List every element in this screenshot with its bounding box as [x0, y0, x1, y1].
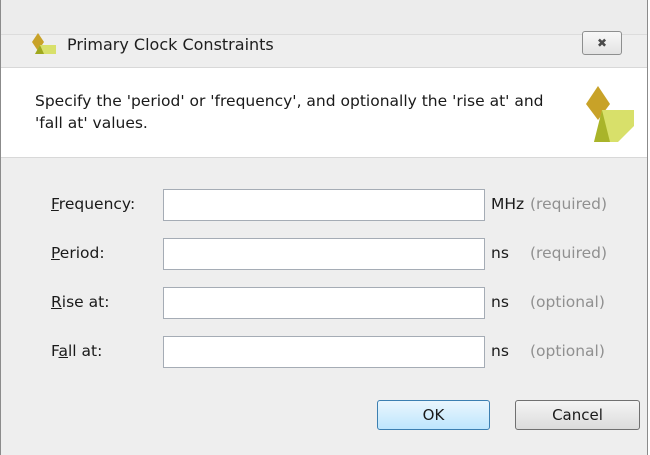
frequency-unit: MHz [491, 195, 525, 213]
cancel-button[interactable]: Cancel [515, 400, 640, 430]
fall-at-label: Fall at: [51, 342, 103, 360]
rise-at-note: (optional) [530, 293, 605, 311]
title-bar: Primary Clock Constraints ✖ [1, 0, 647, 55]
xilinx-logo-large-icon [584, 86, 636, 146]
frequency-note: (required) [530, 195, 608, 213]
period-input[interactable] [163, 238, 485, 270]
window-title: Primary Clock Constraints [67, 35, 274, 54]
xilinx-logo-icon [31, 33, 57, 59]
close-icon: ✖ [596, 36, 608, 50]
period-unit: ns [491, 244, 509, 262]
period-label: Period: [51, 244, 105, 262]
header-description: Specify the 'period' or 'frequency', and… [35, 92, 544, 132]
period-note: (required) [530, 244, 608, 262]
primary-clock-constraints-dialog: Primary Clock Constraints ✖ Specify the … [0, 0, 648, 455]
fall-at-unit: ns [491, 342, 509, 360]
fall-at-note: (optional) [530, 342, 605, 360]
ok-button[interactable]: OK [377, 400, 490, 430]
fall-at-input[interactable] [163, 336, 485, 368]
header-panel: Specify the 'period' or 'frequency', and… [1, 67, 647, 158]
frequency-input[interactable] [163, 189, 485, 221]
close-button[interactable]: ✖ [582, 31, 622, 55]
frequency-label: Frequency: [51, 195, 136, 213]
rise-at-label: Rise at: [51, 293, 110, 311]
rise-at-unit: ns [491, 293, 509, 311]
rise-at-input[interactable] [163, 287, 485, 319]
